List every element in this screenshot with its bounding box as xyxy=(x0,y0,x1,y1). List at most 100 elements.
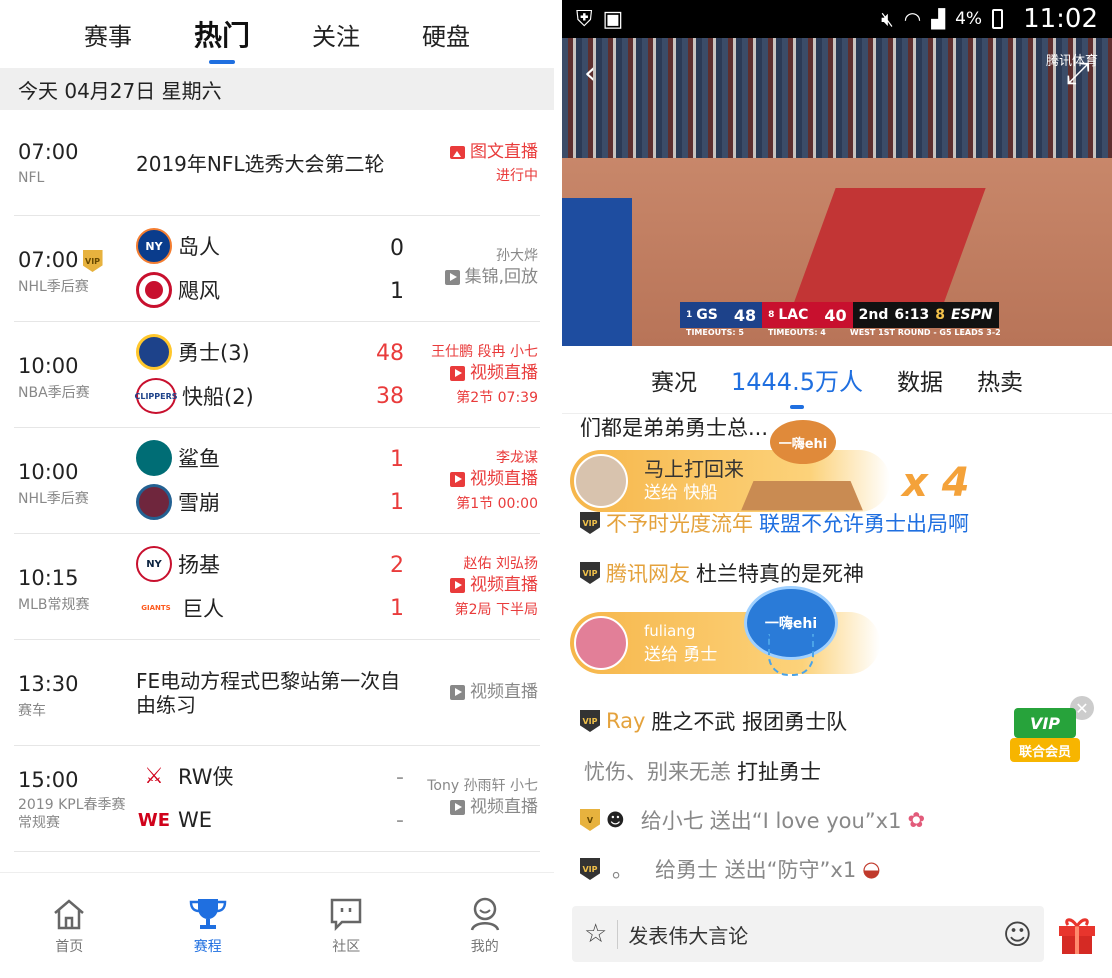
vip-icon: VIP xyxy=(580,562,600,584)
live-tabs: 赛况 1444.5万人 数据 热卖 xyxy=(562,346,1112,414)
away-score: 1 xyxy=(390,490,404,515)
home-team: NY 岛人 xyxy=(136,228,220,264)
gift-net-icon xyxy=(768,634,814,676)
back-icon[interactable]: ‹ xyxy=(584,56,596,91)
chat-username[interactable]: 腾讯网友 xyxy=(606,558,690,588)
chat-message: VIP Ray 胜之不武 报团勇士队 xyxy=(580,706,847,736)
video-live-button[interactable]: 视频直播 xyxy=(450,682,538,703)
match-row[interactable]: 10:00 NHL季后赛 鲨鱼 雪崩 1 1 李龙谋 视频直播 第1节 00:0… xyxy=(14,428,540,534)
top-tabs: 赛事 热门 关注 硬盘 xyxy=(0,0,554,68)
hurricanes-logo xyxy=(136,272,172,308)
gift-button[interactable] xyxy=(1056,912,1098,956)
highlights-button[interactable]: 集锦,回放 xyxy=(444,267,538,288)
fullscreen-icon[interactable]: ⤢ xyxy=(1066,56,1090,91)
text-live-button[interactable]: 图文直播 xyxy=(450,142,538,163)
tab-hardcore[interactable]: 硬盘 xyxy=(418,17,474,52)
tab-game-status[interactable]: 赛况 xyxy=(651,363,697,397)
match-row[interactable]: 10:15 MLB常规赛 NY 扬基 GIANTS 巨人 2 1 赵佑 刘弘扬 视频… xyxy=(14,534,540,640)
team-name: 岛人 xyxy=(178,235,220,259)
nav-label: 社区 xyxy=(332,938,361,955)
giants-logo: GIANTS xyxy=(136,590,176,626)
match-row[interactable]: 07:00 VIP NHL季后赛 NY 岛人 飓风 0 1 孙大烨 集锦,回放 xyxy=(14,216,540,322)
away-team: 雪崩 xyxy=(136,484,220,520)
gift-icon: ◒ xyxy=(862,857,881,881)
match-row[interactable]: 07:00 NFL 2019年NFL选秀大会第二轮 图文直播 进行中 xyxy=(14,110,540,216)
tab-shop[interactable]: 热卖 xyxy=(977,363,1023,397)
home-team: 鲨鱼 xyxy=(136,440,220,476)
gift-multiplier: x 4 xyxy=(902,460,970,506)
gift-text: 马上打回来 送给 快船 xyxy=(644,457,744,505)
match-status: 第2节 07:39 xyxy=(456,390,538,406)
bottom-nav: 首页 赛程 社区 我的 xyxy=(0,872,554,978)
status-bar: ⛨ ▣ 🔇︎ ◠ ▟ 4% 11:02 xyxy=(562,0,1112,38)
team-name: 快船(2) xyxy=(182,385,254,409)
emoji-icon[interactable]: ☺ xyxy=(1003,918,1032,951)
tab-hot[interactable]: 热门 xyxy=(190,14,254,54)
commentators: 李龙谋 xyxy=(496,450,538,466)
chat-username[interactable]: 不予时光度流年 xyxy=(606,508,753,538)
vip-member-label: 联合会员 xyxy=(1010,738,1080,762)
chat-username[interactable]: 。 xyxy=(612,854,633,884)
gift-icon: ✿ xyxy=(907,808,926,832)
away-abbr: GS xyxy=(696,307,718,323)
away-score: - xyxy=(396,808,404,833)
gift-box-icon xyxy=(1059,918,1095,954)
match-time: 15:00 xyxy=(18,768,79,792)
chat-username[interactable]: Ray xyxy=(606,709,645,733)
nav-schedule[interactable]: 赛程 xyxy=(168,896,248,956)
profile-icon xyxy=(470,897,499,931)
tab-events[interactable]: 赛事 xyxy=(80,17,136,52)
chat-username[interactable]: 给小七 xyxy=(641,805,704,835)
vip-icon: V xyxy=(580,809,600,831)
home-team: NY 扬基 xyxy=(136,546,220,582)
comment-input[interactable]: 发表伟大言论 xyxy=(617,919,992,949)
play-icon xyxy=(450,800,465,815)
star-icon[interactable]: ☆ xyxy=(584,919,607,949)
chat-message: VIP 腾讯网友 杜兰特真的是死神 xyxy=(580,558,864,588)
match-status: 第1节 00:00 xyxy=(456,496,538,512)
tab-following[interactable]: 关注 xyxy=(308,17,364,52)
we-logo: WE xyxy=(136,802,172,838)
shot-clock: 8 xyxy=(935,307,945,323)
vip-member-badge[interactable]: ✕ VIP 联合会员 xyxy=(1010,696,1094,766)
home-score: 48 xyxy=(376,341,404,366)
warriors-logo xyxy=(136,334,172,370)
chat-message: 忧伤、别来无恙 打扯勇士 xyxy=(580,756,821,786)
yankees-logo: NY xyxy=(136,546,172,582)
chat-username[interactable]: 忧伤、别来无恙 xyxy=(584,756,731,786)
comment-input-bar[interactable]: ☆ 发表伟大言论 ☺ xyxy=(572,906,1044,962)
tab-stats[interactable]: 数据 xyxy=(897,363,943,397)
video-player[interactable]: ‹ 腾讯体育 ⤢ 1 GS 48 8 LAC 40 2nd 6:13 8 ESP… xyxy=(562,38,1112,346)
commentators: 王仕鹏 段冉 小七 xyxy=(431,344,538,360)
home-team: 勇士(3) xyxy=(136,334,250,370)
action-label: 视频直播 xyxy=(470,363,538,383)
gift-sender: fuliang xyxy=(644,622,696,640)
away-team: 飓风 xyxy=(136,272,220,308)
chat-area[interactable]: 们都是弟弟勇士总... VIP 不予时光度流年 联盟不允许勇士出局啊 VIP 腾… xyxy=(562,414,1112,900)
match-row[interactable]: 13:30 赛车 FE电动方程式巴黎站第一次自由练习 视频直播 xyxy=(14,640,540,746)
video-live-button[interactable]: 视频直播 xyxy=(450,469,538,490)
team-name: 雪崩 xyxy=(178,491,220,515)
team-name: 飓风 xyxy=(178,279,220,303)
avalanche-logo xyxy=(136,484,172,520)
tab-chat[interactable]: 1444.5万人 xyxy=(731,362,863,397)
rw-logo: ⚔ xyxy=(136,758,172,794)
away-points: 48 xyxy=(733,305,757,325)
away-score: 38 xyxy=(376,384,404,409)
action-label: 集锦,回放 xyxy=(464,267,538,287)
video-live-button[interactable]: 视频直播 xyxy=(450,797,538,818)
video-live-button[interactable]: 视频直播 xyxy=(450,363,538,384)
nav-community[interactable]: 社区 xyxy=(306,896,386,956)
match-row[interactable]: 10:00 NBA季后赛 勇士(3) CLIPPERS 快船(2) 48 38 王… xyxy=(14,322,540,428)
home-points: 40 xyxy=(824,305,847,325)
series-status: WEST 1ST ROUND - G5 LEADS 3-2 xyxy=(849,328,1001,337)
period: 2nd xyxy=(858,307,889,323)
play-icon xyxy=(450,366,465,381)
match-info: 视频直播 xyxy=(450,682,538,707)
date-header: 今天 04月27日 星期六 xyxy=(0,68,554,110)
video-live-button[interactable]: 视频直播 xyxy=(450,575,538,596)
nav-profile[interactable]: 我的 xyxy=(445,896,525,956)
match-row[interactable]: 15:00 2019 KPL春季赛常规赛 ⚔ RW侠 WE WE - - Tony … xyxy=(14,746,540,852)
nav-home[interactable]: 首页 xyxy=(29,896,109,956)
match-league: 2019 KPL春季赛常规赛 xyxy=(18,797,126,831)
